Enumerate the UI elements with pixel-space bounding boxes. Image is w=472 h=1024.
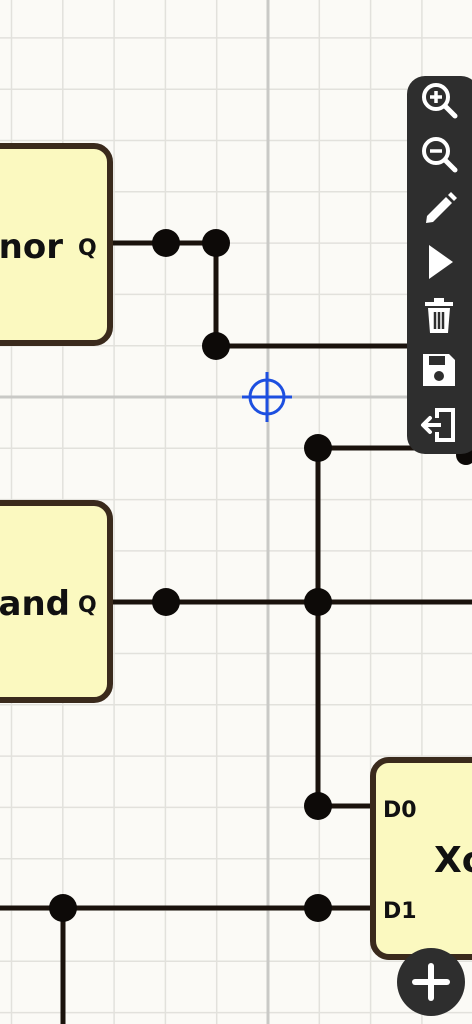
- junction-dot[interactable]: [152, 588, 180, 616]
- junction-dot[interactable]: [202, 332, 230, 360]
- tool-palette: [407, 76, 472, 454]
- junction-dot[interactable]: [304, 588, 332, 616]
- mux-input-d0-label: D0: [383, 798, 417, 823]
- add-component-button[interactable]: [397, 948, 465, 1016]
- xnor-gate-label: nor: [0, 227, 63, 267]
- junction-dot[interactable]: [202, 229, 230, 257]
- edit-button[interactable]: [415, 186, 463, 230]
- junction-dot[interactable]: [304, 434, 332, 462]
- junction-dot[interactable]: [304, 792, 332, 820]
- exit-button[interactable]: [415, 402, 463, 446]
- plus-icon: [412, 963, 450, 1001]
- save-button[interactable]: [415, 348, 463, 392]
- zoom-out-icon: [422, 137, 458, 173]
- mux-input-d1-label: D1: [383, 899, 417, 924]
- zoom-in-button[interactable]: [415, 78, 463, 122]
- save-icon: [423, 354, 455, 386]
- nand-gate[interactable]: and Q: [0, 500, 113, 703]
- crosshair-cursor-icon: [242, 372, 292, 422]
- trash-icon: [425, 298, 453, 333]
- xnor-gate[interactable]: nor Q: [0, 143, 113, 346]
- xnor-output-label: Q: [78, 236, 97, 261]
- junction-dot[interactable]: [49, 894, 77, 922]
- nand-output-label: Q: [78, 593, 97, 618]
- zoom-out-button[interactable]: [415, 132, 463, 176]
- junction-dot[interactable]: [152, 229, 180, 257]
- circuit-canvas[interactable]: nor Q and Q Xo D0 D1: [0, 0, 472, 1024]
- play-icon: [429, 245, 453, 279]
- mux-gate-label: Xo: [434, 840, 472, 881]
- exit-icon: [421, 408, 455, 442]
- zoom-in-icon: [422, 83, 458, 119]
- junction-dot[interactable]: [304, 894, 332, 922]
- delete-button[interactable]: [415, 294, 463, 338]
- mux-gate[interactable]: Xo D0 D1: [370, 757, 472, 960]
- nand-gate-label: and: [0, 584, 70, 624]
- simulate-button[interactable]: [415, 240, 463, 284]
- pencil-icon: [426, 192, 457, 223]
